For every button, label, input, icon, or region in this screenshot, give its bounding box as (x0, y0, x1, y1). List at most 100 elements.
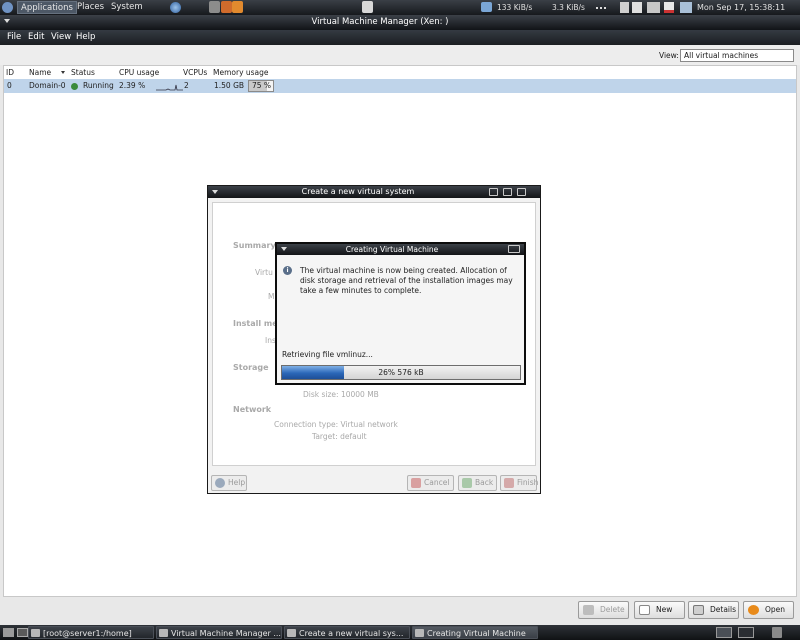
install-heading: Install me (233, 319, 278, 328)
finish-button[interactable]: Finish (500, 475, 539, 491)
progress-message: The virtual machine is now being created… (300, 266, 513, 295)
running-status-icon (71, 83, 78, 90)
creating-vm-dialog: Creating Virtual Machine i The virtual m… (275, 242, 526, 385)
details-button[interactable]: Details (688, 601, 739, 619)
bottom-taskbar: [root@server1:/home] Virtual Machine Man… (0, 625, 800, 640)
target-text: Target: default (312, 432, 367, 441)
progress-dialog-titlebar[interactable]: Creating Virtual Machine (277, 244, 524, 255)
clock[interactable]: Mon Sep 17, 15:38:11 (697, 1, 785, 14)
column-cpu-usage[interactable]: CPU usage (119, 66, 159, 79)
task-creating-vm-label: Creating Virtual Machine (427, 629, 526, 638)
tray-window-icon[interactable] (680, 2, 692, 13)
back-button[interactable]: Back (458, 475, 497, 491)
new-button[interactable]: New (634, 601, 685, 619)
browser-icon[interactable] (170, 2, 181, 13)
file-manager-icon[interactable] (209, 1, 220, 13)
vm-status: Running (83, 81, 114, 90)
help-icon (215, 478, 225, 488)
help-button[interactable]: Help (211, 475, 247, 491)
network-heading: Network (233, 405, 272, 414)
task-terminal[interactable]: [root@server1:/home] (28, 626, 154, 639)
summary-heading: Summary (233, 241, 276, 250)
tray-network-icon[interactable] (647, 2, 660, 13)
cancel-button-label: Cancel (424, 478, 450, 487)
workspace-2-icon[interactable] (738, 627, 754, 638)
view-label: View: (659, 51, 679, 60)
maximize-icon[interactable] (503, 188, 512, 196)
create-dialog-titlebar[interactable]: Create a new virtual system (208, 186, 540, 198)
column-id[interactable]: ID (6, 66, 14, 79)
column-memory-usage[interactable]: Memory usage (213, 66, 269, 79)
minimize-icon[interactable] (489, 188, 498, 196)
details-icon (693, 605, 704, 615)
editor-icon[interactable] (221, 1, 232, 13)
vm-memory: 1.50 GB (214, 81, 245, 90)
info-icon: i (283, 266, 292, 275)
vm-cpu-usage: 2.39 % (119, 81, 146, 90)
create-dialog-title: Create a new virtual system (301, 187, 415, 196)
menu-edit[interactable]: Edit (28, 30, 44, 45)
connection-type-text: Connection type: Virtual network (274, 420, 398, 429)
back-arrow-icon (462, 478, 472, 488)
tray-alert-icon[interactable] (632, 2, 642, 13)
creating-vm-task-icon (415, 629, 424, 637)
close-icon[interactable] (517, 188, 526, 196)
column-name[interactable]: Name (29, 66, 51, 79)
open-icon (748, 605, 759, 615)
menu-view[interactable]: View (51, 30, 71, 45)
trash-icon (583, 605, 594, 615)
task-creating-vm[interactable]: Creating Virtual Machine (412, 626, 538, 639)
memory-usage-percent: 75 % (252, 81, 272, 90)
trash-applet-icon[interactable] (772, 627, 782, 638)
create-system-task-icon (287, 629, 296, 637)
progress-dialog-title: Creating Virtual Machine (345, 245, 439, 254)
progress-bar: 26% 576 kB (281, 365, 521, 380)
summary-m-label: M (268, 292, 275, 301)
menu-help[interactable]: Help (76, 30, 95, 45)
main-button-bar: Delete New Details Open (0, 597, 800, 625)
tray-app-icon[interactable] (620, 2, 629, 13)
open-button[interactable]: Open (743, 601, 794, 619)
top-panel: Applications Places System 133 KiB/s 3.3… (0, 0, 800, 15)
progress-bar-text: 26% 576 kB (378, 368, 424, 377)
main-window-title: Virtual Machine Manager (Xen: ) (311, 17, 449, 27)
task-vm-manager[interactable]: Virtual Machine Manager ... (156, 626, 282, 639)
open-button-label: Open (765, 605, 786, 614)
network-monitor-icon (481, 2, 492, 12)
close-icon[interactable] (508, 245, 520, 253)
distro-logo-icon[interactable] (2, 2, 13, 13)
task-create-system-label: Create a new virtual sys... (299, 629, 404, 638)
delete-button-label: Delete (600, 605, 625, 614)
new-document-icon (639, 605, 650, 615)
show-desktop-icon[interactable] (3, 628, 14, 637)
terminal-icon[interactable] (362, 1, 373, 13)
terminal-task-icon (31, 629, 40, 637)
memory-usage-bar: 75 % (248, 80, 274, 92)
table-row[interactable]: 0 Domain-0 Running 2.39 % 2 1.50 GB 75 % (4, 79, 796, 93)
main-window-titlebar[interactable]: Virtual Machine Manager (Xen: ) (0, 15, 800, 30)
task-vm-manager-label: Virtual Machine Manager ... (171, 629, 281, 638)
vm-name: Domain-0 (29, 81, 66, 90)
tray-flag-icon[interactable] (664, 2, 674, 13)
view-filter-select[interactable]: All virtual machines (680, 49, 794, 62)
column-vcpus[interactable]: VCPUs (183, 66, 207, 79)
tray-dots-icon (596, 7, 606, 9)
cancel-button[interactable]: Cancel (407, 475, 454, 491)
applications-menu[interactable]: Applications (17, 1, 77, 14)
task-create-system[interactable]: Create a new virtual sys... (284, 626, 410, 639)
vm-vcpus: 2 (184, 81, 189, 90)
finish-button-label: Finish (517, 478, 539, 487)
places-menu[interactable]: Places (74, 1, 107, 14)
system-menu[interactable]: System (108, 1, 146, 14)
new-button-label: New (656, 605, 673, 614)
menu-file[interactable]: File (7, 30, 21, 45)
office-icon[interactable] (232, 1, 243, 13)
workspace-1-icon[interactable] (716, 627, 732, 638)
storage-heading: Storage (233, 363, 269, 372)
task-terminal-label: [root@server1:/home] (43, 629, 132, 638)
main-menubar: File Edit View Help (0, 30, 800, 45)
network-download-rate: 133 KiB/s (497, 3, 533, 12)
column-status[interactable]: Status (71, 66, 95, 79)
delete-button[interactable]: Delete (578, 601, 629, 619)
terminal-launcher-icon[interactable] (17, 628, 28, 637)
